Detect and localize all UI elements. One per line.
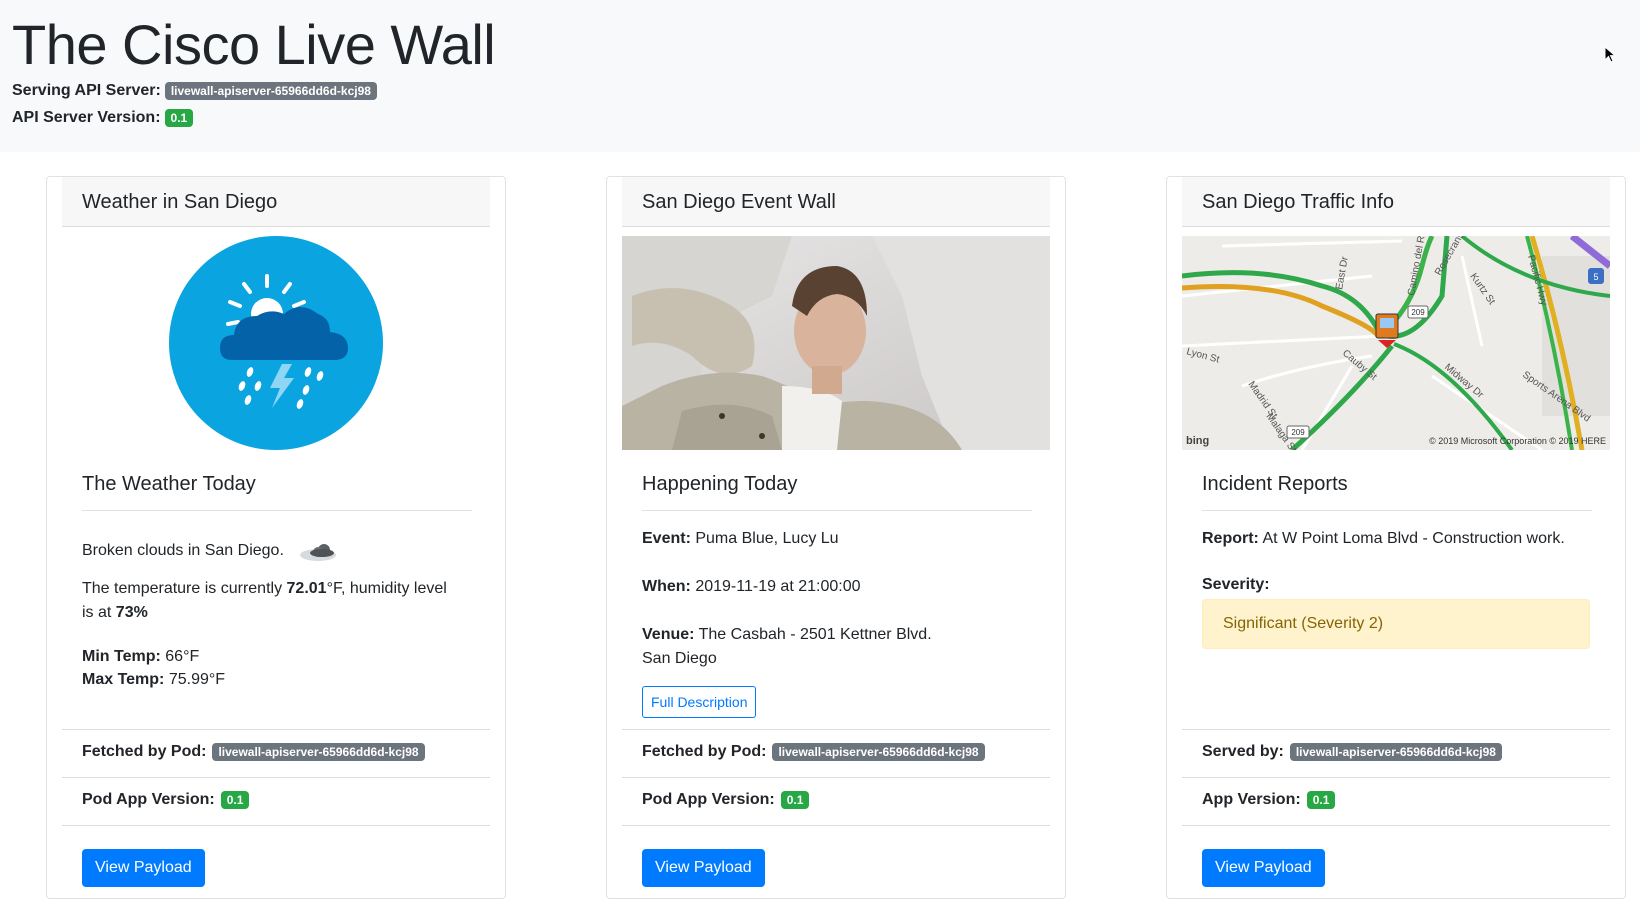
full-description-button[interactable]: Full Description (642, 686, 757, 718)
pod-app-version-label: Pod App Version: (642, 791, 775, 809)
traffic-card-title: San Diego Traffic Info (1202, 191, 1394, 213)
event-card-subtitle: Happening Today (642, 473, 798, 495)
venue-city: San Diego (642, 650, 717, 667)
severity-label: Severity: (1202, 573, 1270, 597)
min-temp-value: 66°F (165, 648, 200, 665)
api-server-version-line: API Server Version: 0.1 (12, 109, 194, 128)
report-value: At W Point Loma Blvd - Construction work… (1262, 530, 1565, 547)
traffic-map-image: 209 209 5 Sports Arena Blvd Camino del R… (1182, 236, 1610, 450)
divider (62, 729, 490, 730)
event-artist-photo[interactable] (622, 236, 1050, 450)
divider (622, 825, 1050, 826)
fetched-by-pod-badge: livewall-apiserver-65966dd6d-kcj98 (772, 743, 985, 762)
thunderstorm-cloud-sun-icon (62, 236, 490, 450)
fetched-by-pod: Fetched by Pod: livewall-apiserver-65966… (642, 743, 985, 762)
weather-card: Weather in San Diego The Weather Today B… (46, 176, 506, 899)
divider (1182, 777, 1610, 778)
venue-value: The Casbah - 2501 Kettner Blvd. (698, 626, 932, 643)
fetched-by-pod: Fetched by Pod: livewall-apiserver-65966… (82, 743, 425, 762)
app-version-badge: 0.1 (1306, 791, 1336, 810)
pod-app-version: Pod App Version: 0.1 (82, 791, 250, 810)
max-temp-label: Max Temp: (82, 671, 165, 688)
event-card-header: San Diego Event Wall (622, 177, 1050, 227)
view-payload-button[interactable]: View Payload (82, 849, 205, 887)
when-value: 2019-11-19 at 21:00:00 (695, 578, 861, 595)
api-server-version-badge: 0.1 (164, 109, 194, 128)
divider (622, 777, 1050, 778)
serving-api-server-line: Serving API Server: livewall-apiserver-6… (12, 82, 377, 101)
artist-photo-image (622, 236, 1050, 450)
divider (82, 510, 472, 511)
max-temp: Max Temp: 75.99°F (82, 668, 225, 692)
event-card: San Diego Event Wall Happening Today Eve… (606, 176, 1066, 899)
divider (642, 510, 1032, 511)
app-version: App Version: 0.1 (1202, 791, 1336, 810)
traffic-card-subtitle: Incident Reports (1202, 473, 1348, 495)
pod-app-version-label: Pod App Version: (82, 791, 215, 809)
api-server-version-label: API Server Version: (12, 109, 161, 127)
weather-summary: Broken clouds in San Diego. (82, 539, 340, 563)
incident-report: Report: At W Point Loma Blvd - Construct… (1202, 527, 1565, 551)
traffic-map[interactable]: 209 209 5 Sports Arena Blvd Camino del R… (1182, 236, 1610, 450)
event-when: When: 2019-11-19 at 21:00:00 (642, 575, 861, 599)
view-payload-button[interactable]: View Payload (1202, 849, 1325, 887)
event-venue: Venue: The Casbah - 2501 Kettner Blvd. Sa… (642, 623, 932, 671)
traffic-card: San Diego Traffic Info 209 209 5 Camino … (1166, 176, 1626, 899)
page-header: The Cisco Live Wall Serving API Server: … (0, 0, 1640, 152)
divider (1182, 729, 1610, 730)
weather-summary-text: Broken clouds in San Diego. (82, 542, 284, 560)
route-shield: 209 (1291, 428, 1305, 437)
fetched-by-pod-label: Fetched by Pod: (642, 743, 767, 761)
divider (62, 777, 490, 778)
divider (1202, 510, 1592, 511)
map-copyright: © 2019 Microsoft Corporation © 2019 HERE (1429, 436, 1606, 446)
route-shield: 5 (1593, 272, 1598, 282)
pod-app-version-badge: 0.1 (220, 791, 250, 810)
event-name: Event: Puma Blue, Lucy Lu (642, 527, 839, 551)
fetched-by-pod-badge: livewall-apiserver-65966dd6d-kcj98 (212, 743, 425, 762)
report-label: Report: (1202, 530, 1259, 547)
divider (1182, 825, 1610, 826)
venue-label: Venue: (642, 626, 695, 643)
weather-temperature: The temperature is currently 72.01°F, hu… (82, 577, 462, 625)
route-shield: 209 (1411, 308, 1425, 317)
max-temp-value: 75.99°F (168, 671, 226, 688)
served-by: Served by: livewall-apiserver-65966dd6d-… (1202, 743, 1502, 762)
when-label: When: (642, 578, 691, 595)
broken-clouds-icon (300, 544, 337, 561)
event-label: Event: (642, 530, 691, 547)
bing-logo: bing (1186, 435, 1209, 447)
temperature-prefix: The temperature is currently (82, 580, 287, 597)
app-version-label: App Version: (1202, 791, 1301, 809)
mouse-cursor-icon (1604, 46, 1617, 63)
serving-api-server-badge: livewall-apiserver-65966dd6d-kcj98 (164, 82, 377, 101)
weather-card-subtitle: The Weather Today (82, 473, 256, 495)
serving-api-server-label: Serving API Server: (12, 82, 161, 100)
served-by-label: Served by: (1202, 743, 1284, 761)
temperature-value: 72.01 (286, 580, 327, 597)
divider (622, 729, 1050, 730)
pod-app-version-badge: 0.1 (780, 791, 810, 810)
min-temp: Min Temp: 66°F (82, 645, 199, 669)
min-temp-label: Min Temp: (82, 648, 161, 665)
view-payload-button[interactable]: View Payload (642, 849, 765, 887)
severity-label-text: Severity: (1202, 576, 1270, 593)
pod-app-version: Pod App Version: 0.1 (642, 791, 810, 810)
weather-card-title: Weather in San Diego (82, 191, 278, 213)
served-by-badge: livewall-apiserver-65966dd6d-kcj98 (1289, 743, 1502, 762)
weather-image (62, 236, 490, 450)
fetched-by-pod-label: Fetched by Pod: (82, 743, 207, 761)
weather-card-header: Weather in San Diego (62, 177, 490, 227)
event-value: Puma Blue, Lucy Lu (695, 530, 839, 547)
severity-alert: Significant (Severity 2) (1202, 599, 1590, 649)
event-card-title: San Diego Event Wall (642, 191, 836, 213)
divider (62, 825, 490, 826)
page-title: The Cisco Live Wall (12, 13, 496, 76)
humidity-value: 73% (115, 604, 148, 621)
traffic-card-header: San Diego Traffic Info (1182, 177, 1610, 227)
